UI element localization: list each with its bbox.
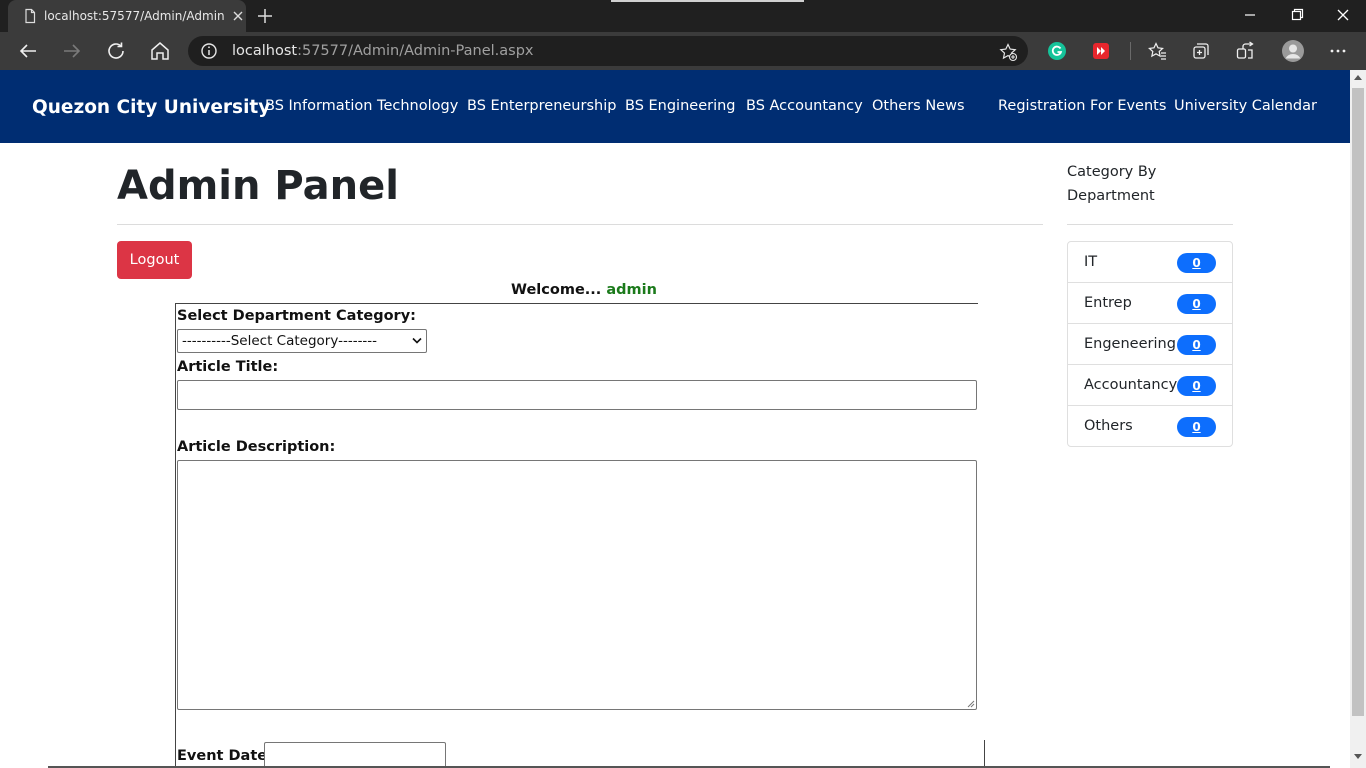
browser-tab[interactable]: localhost:57577/Admin/Admin-Panel.aspx xyxy=(8,0,246,32)
close-window-icon[interactable] xyxy=(1331,4,1355,26)
page-scrollbar[interactable] xyxy=(1350,70,1366,768)
minimize-icon[interactable] xyxy=(1238,4,1262,26)
category-count-badge[interactable]: 0 xyxy=(1177,335,1216,355)
category-count-badge[interactable]: 0 xyxy=(1177,376,1216,396)
page-icon xyxy=(25,8,36,24)
category-item-label: Entrep xyxy=(1084,295,1132,311)
sidebar-divider xyxy=(1067,224,1233,225)
browser-toolbar: localhost:57577/Admin/Admin-Panel.aspx xyxy=(0,32,1366,70)
category-item-label: IT xyxy=(1084,254,1098,270)
category-label: Select Department Category: xyxy=(177,308,416,324)
profile-avatar-icon[interactable] xyxy=(1281,39,1305,63)
category-item-label: Others xyxy=(1084,418,1133,434)
resize-handle-icon[interactable] xyxy=(965,698,975,708)
back-icon[interactable] xyxy=(16,39,40,63)
add-favorite-icon[interactable] xyxy=(998,42,1018,62)
nav-bs-information-technology[interactable]: BS Information Technology xyxy=(265,98,458,114)
share-icon[interactable] xyxy=(1235,41,1255,61)
category-item-label: Engeneering xyxy=(1084,336,1176,352)
more-options-icon[interactable] xyxy=(1328,41,1348,61)
refresh-icon[interactable] xyxy=(104,39,128,63)
category-item-entrep[interactable]: Entrep 0 xyxy=(1068,283,1232,324)
form-table-border-top xyxy=(175,303,978,304)
logout-button[interactable]: Logout xyxy=(117,241,192,279)
scroll-down-icon[interactable] xyxy=(1354,754,1362,760)
url-path: :57577/Admin/Admin-Panel.aspx xyxy=(297,43,534,59)
favorites-icon[interactable] xyxy=(1147,41,1167,61)
chevron-down-icon xyxy=(412,337,422,344)
event-date-input[interactable] xyxy=(264,742,446,768)
category-count-badge[interactable]: 0 xyxy=(1177,294,1216,314)
category-count-badge[interactable]: 0 xyxy=(1177,417,1216,437)
nav-bs-engineering[interactable]: BS Engineering xyxy=(625,98,736,114)
welcome-message: Welcome... admin xyxy=(511,282,657,298)
nav-others-news[interactable]: Others News xyxy=(872,98,965,114)
category-item-accountancy[interactable]: Accountancy 0 xyxy=(1068,365,1232,406)
nav-university-calendar[interactable]: University Calendar xyxy=(1174,98,1317,114)
video-extension-icon[interactable] xyxy=(1091,41,1111,61)
new-tab-icon[interactable] xyxy=(254,5,276,27)
title-divider xyxy=(117,224,1043,225)
welcome-username: admin xyxy=(606,282,657,298)
category-count-badge[interactable]: 0 xyxy=(1177,253,1216,273)
category-list: IT 0 Entrep 0 Engeneering 0 Accountancy … xyxy=(1067,241,1233,447)
url-host: localhost xyxy=(232,43,298,59)
sidebar-title: Category By Department xyxy=(1067,164,1157,204)
restore-icon[interactable] xyxy=(1285,4,1309,26)
site-brand[interactable]: Quezon City University xyxy=(32,97,270,118)
form-table-border-left xyxy=(175,303,176,768)
article-title-label: Article Title: xyxy=(177,359,279,375)
grammarly-icon[interactable] xyxy=(1047,41,1067,61)
url-text[interactable]: localhost:57577/Admin/Admin-Panel.aspx xyxy=(232,42,533,60)
page-title: Admin Panel xyxy=(117,163,399,209)
site-info-icon[interactable] xyxy=(200,42,218,60)
drag-region xyxy=(611,0,804,2)
nav-registration-for-events[interactable]: Registration For Events xyxy=(998,98,1166,114)
category-item-engeneering[interactable]: Engeneering 0 xyxy=(1068,324,1232,365)
category-select[interactable]: ----------Select Category-------- xyxy=(177,329,427,353)
forward-icon[interactable] xyxy=(60,39,84,63)
nav-bs-enterpreneurship[interactable]: BS Enterpreneurship xyxy=(467,98,616,114)
tab-title: localhost:57577/Admin/Admin-Panel.aspx xyxy=(44,9,224,23)
site-navbar: Quezon City University BS Information Te… xyxy=(0,70,1350,143)
address-bar[interactable]: localhost:57577/Admin/Admin-Panel.aspx xyxy=(188,36,1028,66)
category-select-value: ----------Select Category-------- xyxy=(182,333,378,349)
web-page: Quezon City University BS Information Te… xyxy=(0,70,1350,768)
article-title-input[interactable] xyxy=(177,380,977,410)
welcome-label: Welcome... xyxy=(511,282,602,298)
toolbar-separator xyxy=(1130,42,1131,60)
collections-icon[interactable] xyxy=(1191,41,1211,61)
close-tab-icon[interactable] xyxy=(230,8,246,24)
category-item-others[interactable]: Others 0 xyxy=(1068,406,1232,447)
article-description-label: Article Description: xyxy=(177,439,336,455)
category-item-label: Accountancy xyxy=(1084,377,1178,393)
article-description-textarea[interactable] xyxy=(177,460,977,710)
scroll-up-icon[interactable] xyxy=(1354,74,1362,80)
form-table-border-right xyxy=(984,740,985,768)
browser-tab-strip: localhost:57577/Admin/Admin-Panel.aspx xyxy=(0,0,1366,32)
event-date-label: Event Date: xyxy=(177,748,273,764)
scrollbar-thumb[interactable] xyxy=(1352,88,1364,716)
category-item-it[interactable]: IT 0 xyxy=(1068,242,1232,283)
home-icon[interactable] xyxy=(148,39,172,63)
nav-bs-accountancy[interactable]: BS Accountancy xyxy=(746,98,863,114)
